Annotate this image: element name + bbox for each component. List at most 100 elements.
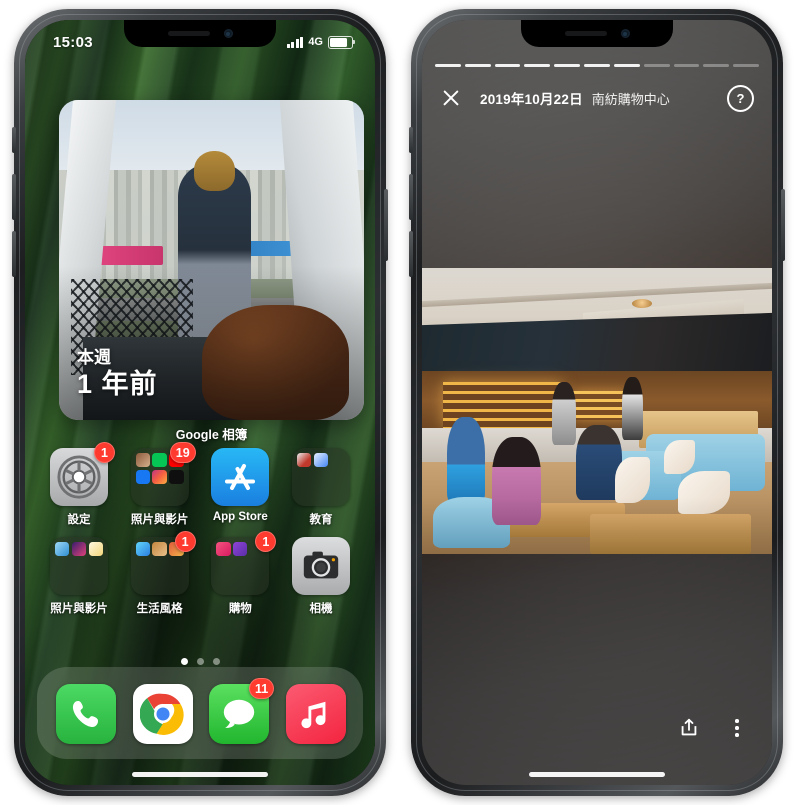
app-label: 照片與影片	[50, 603, 108, 615]
badge-count: 1	[94, 442, 115, 463]
status-bar-time: 15:03	[53, 33, 93, 51]
mute-switch[interactable]	[12, 127, 16, 153]
mini-app-icon	[169, 469, 184, 485]
share-icon[interactable]	[676, 715, 702, 741]
mini-app-icon	[313, 453, 329, 468]
progress-segment[interactable]	[733, 64, 759, 67]
mini-app-icon	[88, 542, 103, 557]
earpiece-speaker-icon	[167, 31, 210, 36]
gear-icon	[57, 455, 101, 499]
progress-segment[interactable]	[435, 64, 461, 67]
page-dot-2[interactable]	[196, 658, 204, 665]
widget-caption: 本週 1 年前	[77, 347, 158, 402]
app-store-icon[interactable]	[211, 448, 270, 506]
power-button[interactable]	[781, 189, 785, 261]
app-label: App Store	[212, 511, 268, 523]
phone-icon[interactable]	[56, 684, 117, 744]
progress-segment[interactable]	[524, 64, 551, 67]
home-indicator[interactable]	[529, 772, 665, 777]
mini-app-icon	[55, 542, 70, 557]
status-bar-indicators: 4G	[286, 35, 355, 49]
earpiece-speaker-icon	[564, 31, 607, 36]
progress-segment[interactable]	[703, 64, 730, 67]
folder-icon[interactable]	[291, 448, 350, 506]
help-question-icon[interactable]: ?	[727, 84, 754, 112]
folder-item-lifestyle[interactable]: 1 生活風格	[122, 531, 198, 616]
story-progress-bar[interactable]	[435, 64, 759, 67]
widget-caption-line2: 1 年前	[77, 369, 158, 400]
left-phone-screen: 15:03 4G 本週 1 年前 Google 相簿 1 設定 19 照片與影片…	[25, 20, 375, 785]
screenshot-stage: 15:03 4G 本週 1 年前 Google 相簿 1 設定 19 照片與影片…	[0, 0, 800, 805]
more-vertical-icon[interactable]	[724, 715, 750, 741]
progress-segment[interactable]	[673, 64, 700, 67]
dock-item-music[interactable]	[285, 684, 346, 744]
app-row-1: 1 設定 19 照片與影片 App Store 教育	[41, 442, 359, 527]
page-dot-1[interactable]	[180, 658, 188, 665]
app-label: 設定	[67, 514, 91, 526]
folder-icon[interactable]	[50, 537, 108, 595]
app-item-camera[interactable]: 相機	[283, 537, 359, 616]
progress-segment[interactable]	[494, 64, 521, 67]
app-label: 照片與影片	[130, 514, 189, 526]
app-item-settings[interactable]: 1 設定	[41, 442, 117, 527]
notch	[521, 20, 673, 47]
volume-down-button[interactable]	[409, 231, 413, 277]
google-photos-memories-widget[interactable]: 本週 1 年前	[59, 100, 364, 420]
story-action-bar	[676, 715, 750, 741]
mini-app-icon	[216, 542, 231, 557]
folder-item-photos-videos[interactable]: 19 照片與影片	[122, 442, 198, 527]
volume-up-button[interactable]	[409, 174, 413, 220]
power-button[interactable]	[384, 189, 388, 261]
progress-segment[interactable]	[464, 64, 491, 67]
progress-segment[interactable]	[643, 64, 670, 67]
right-phone-screen: 2019年10月22日 南紡購物中心 ?	[422, 20, 772, 785]
network-type-label: 4G	[308, 36, 323, 48]
app-item-app-store[interactable]: App Store	[202, 448, 278, 527]
widget-caption-line1: 本週	[77, 348, 111, 367]
dock-item-chrome[interactable]	[132, 684, 193, 744]
app-label: 生活風格	[136, 603, 183, 615]
badge-count: 1	[255, 531, 277, 552]
progress-segment[interactable]	[584, 64, 610, 67]
progress-segment[interactable]	[613, 64, 640, 67]
badge-count: 1	[174, 531, 196, 552]
badge-count: 19	[169, 442, 196, 463]
story-photo[interactable]	[422, 268, 772, 554]
dock-item-phone[interactable]	[56, 684, 117, 744]
mute-switch[interactable]	[409, 127, 413, 153]
home-indicator[interactable]	[132, 772, 268, 777]
speech-bubble-icon	[224, 699, 255, 728]
close-icon[interactable]	[440, 87, 462, 109]
music-glyph-icon	[301, 701, 326, 729]
folder-item-shopping[interactable]: 1 購物	[202, 531, 278, 616]
app-store-glyph-icon	[225, 464, 256, 490]
battery-icon	[328, 35, 355, 49]
camera-glyph-icon	[303, 551, 339, 579]
widget-app-label: Google 相簿	[175, 428, 248, 442]
volume-up-button[interactable]	[12, 174, 16, 220]
camera-icon[interactable]	[291, 537, 350, 595]
mini-app-icon	[135, 453, 150, 468]
notch	[124, 20, 276, 47]
music-note-icon[interactable]	[285, 684, 346, 744]
left-phone-device: 15:03 4G 本週 1 年前 Google 相簿 1 設定 19 照片與影片…	[12, 9, 388, 796]
mini-app-icon	[152, 542, 167, 557]
chrome-icon[interactable]	[132, 684, 193, 744]
volume-down-button[interactable]	[12, 231, 16, 277]
mini-app-icon	[233, 542, 248, 557]
mini-app-icon	[296, 453, 312, 468]
progress-segment[interactable]	[554, 64, 581, 67]
story-place-label: 南紡購物中心	[591, 91, 670, 107]
page-dot-3[interactable]	[212, 658, 220, 665]
folder-item-photos-videos-2[interactable]: 照片與影片	[41, 537, 117, 616]
page-indicator-dots[interactable]	[25, 658, 375, 665]
phone-handset-icon	[73, 701, 99, 728]
dock-item-messages[interactable]: 11	[209, 678, 275, 744]
folder-item-education[interactable]: 教育	[283, 448, 359, 527]
app-grid: 1 設定 19 照片與影片 App Store 教育 照片與影片 1 生活風格 …	[25, 442, 375, 626]
mini-app-icon	[71, 542, 87, 557]
story-header: 2019年10月22日 南紡購物中心 ?	[422, 78, 772, 118]
front-camera-icon	[620, 29, 630, 38]
badge-count: 11	[249, 678, 275, 699]
mini-app-icon	[152, 453, 167, 468]
